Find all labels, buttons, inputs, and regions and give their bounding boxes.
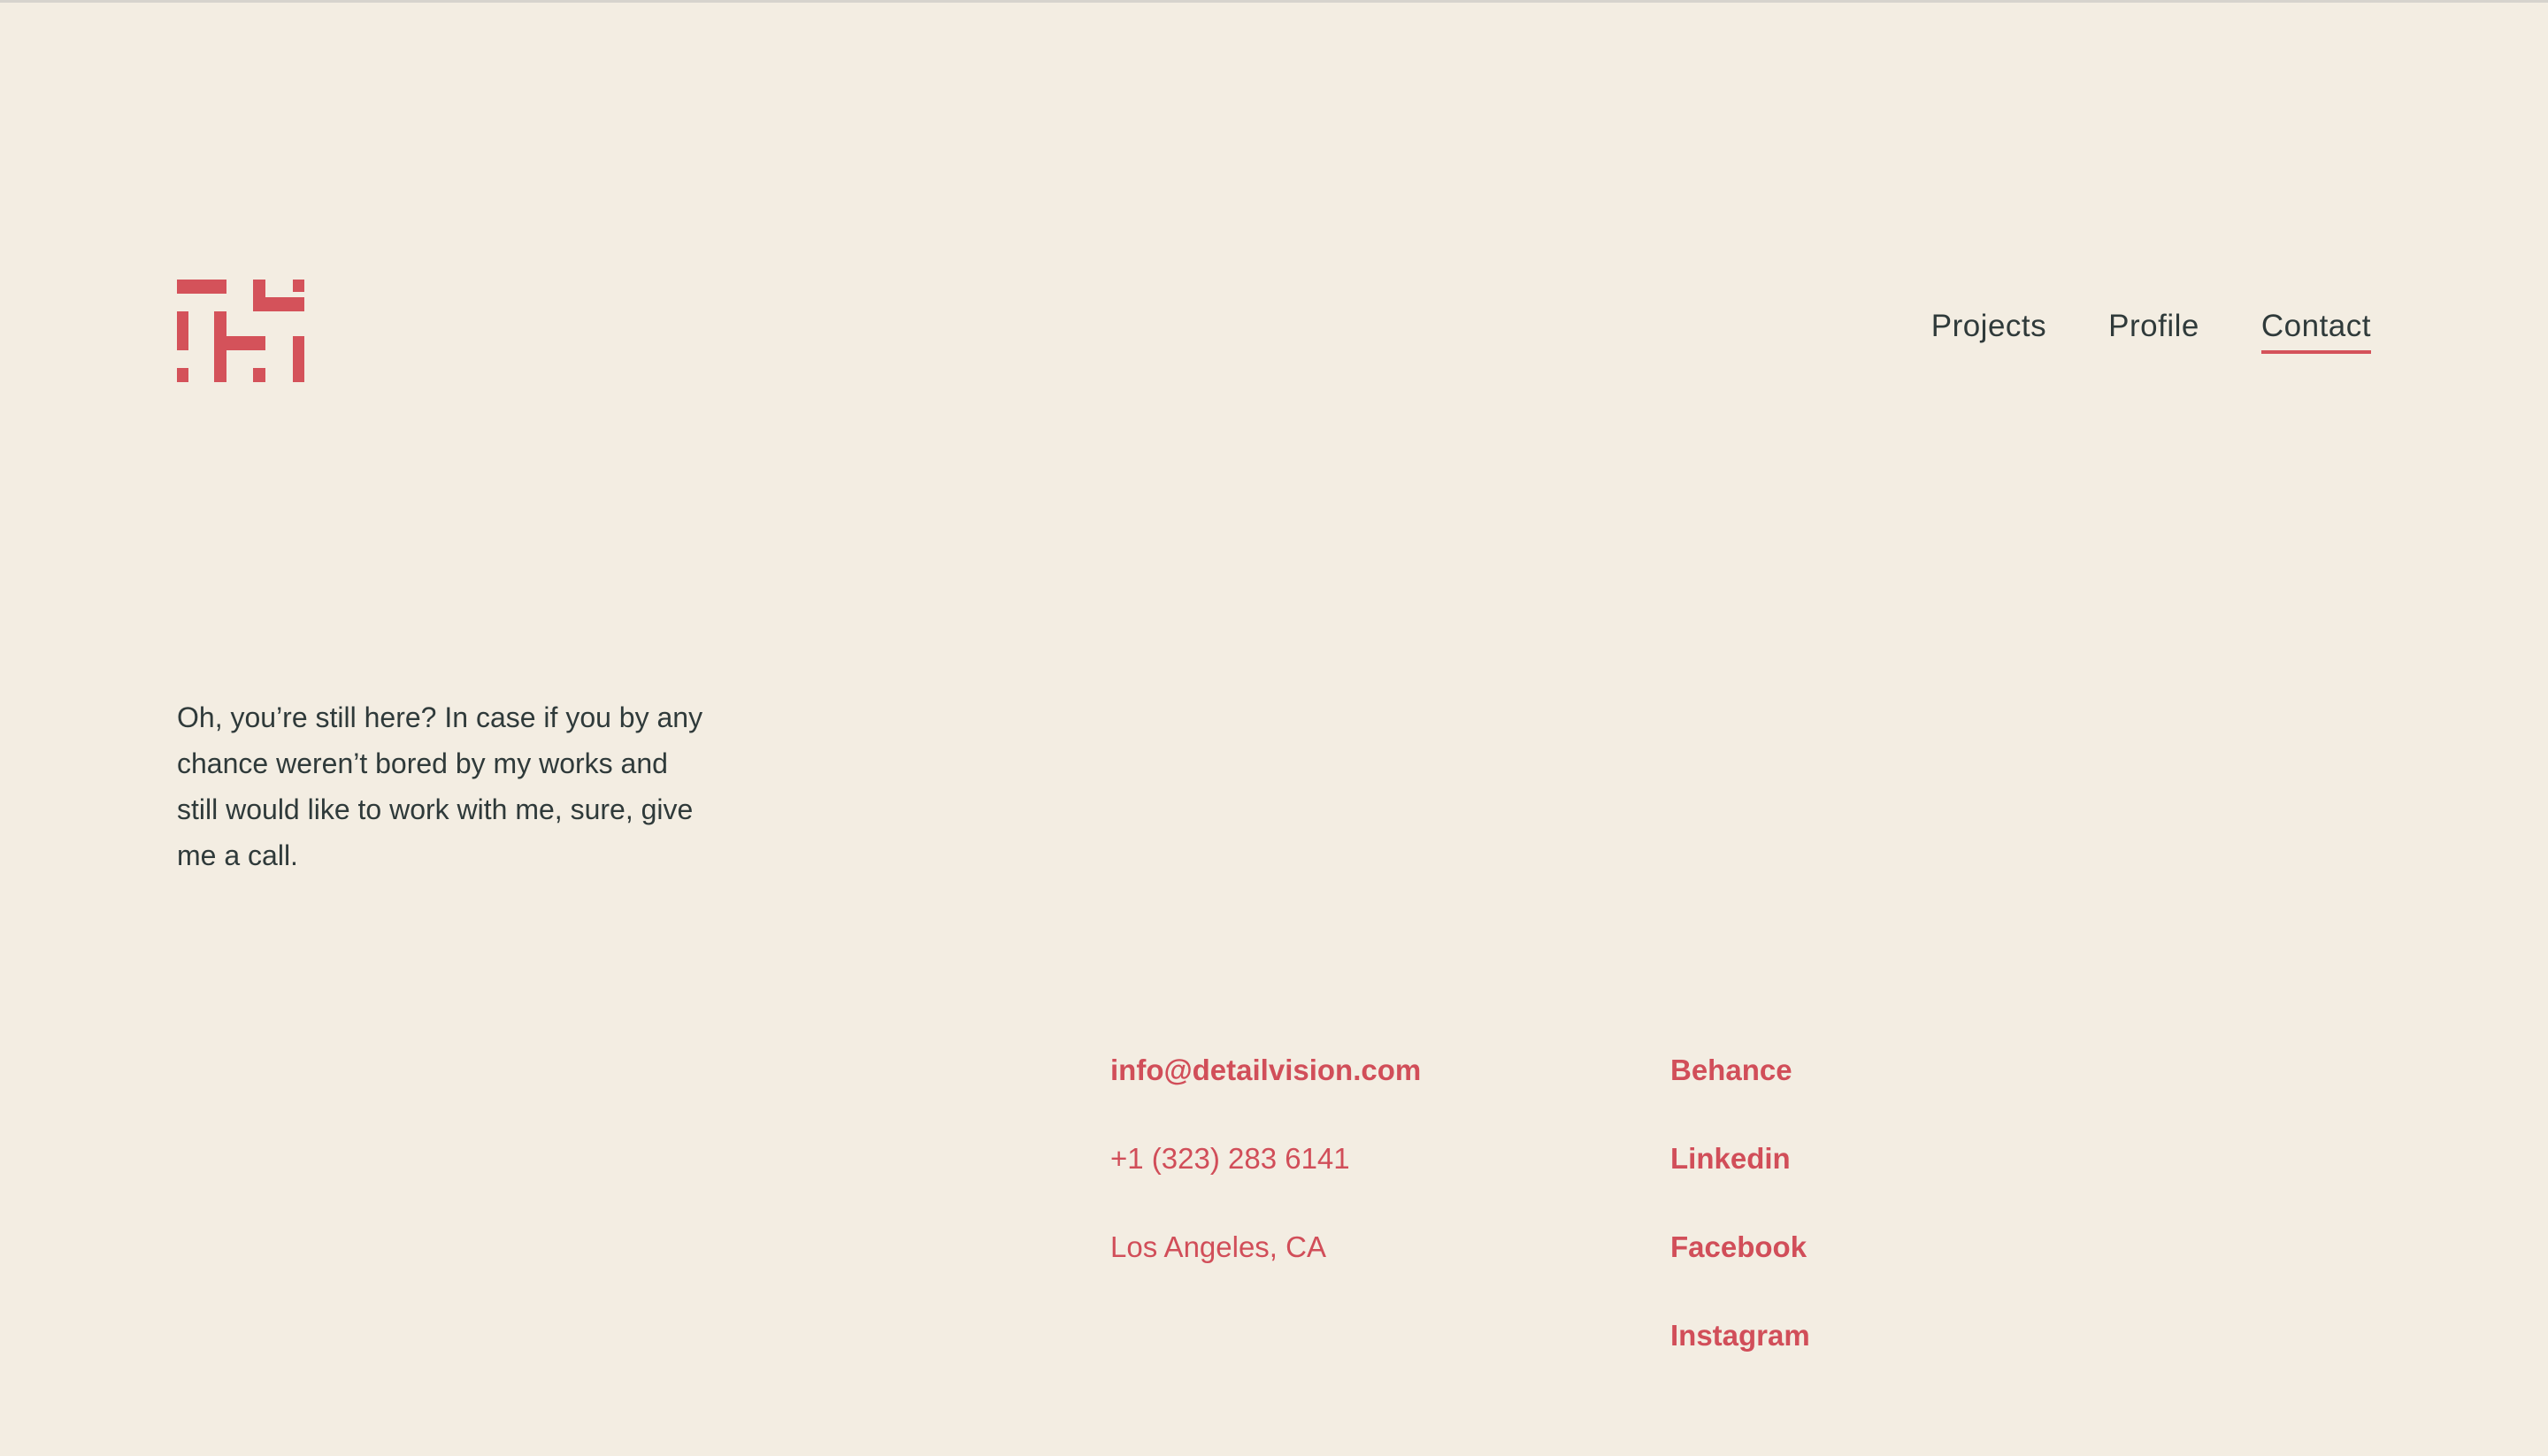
- location-text: Los Angeles, CA: [1110, 1230, 1326, 1263]
- main-nav: Projects Profile Contact: [1931, 309, 2371, 354]
- monogram-logo-icon: [177, 280, 304, 382]
- social-item: Linkedin: [1670, 1139, 1810, 1228]
- instagram-link[interactable]: Instagram: [1670, 1316, 1810, 1355]
- phone-link[interactable]: +1 (323) 283 6141: [1110, 1139, 1350, 1178]
- top-divider: [0, 0, 2548, 3]
- contact-details: info@detailvision.com +1 (323) 283 6141 …: [1110, 1051, 1421, 1316]
- linkedin-link[interactable]: Linkedin: [1670, 1139, 1791, 1178]
- social-links: Behance Linkedin Facebook Instagram: [1670, 1051, 1810, 1405]
- nav-projects[interactable]: Projects: [1931, 309, 2046, 350]
- facebook-link[interactable]: Facebook: [1670, 1228, 1807, 1267]
- social-item: Behance: [1670, 1051, 1810, 1139]
- intro-text: Oh, you’re still here? In case if you by…: [177, 701, 703, 871]
- contact-item-location: Los Angeles, CA: [1110, 1228, 1421, 1316]
- email-link[interactable]: info@detailvision.com: [1110, 1051, 1421, 1090]
- contact-item-email: info@detailvision.com: [1110, 1051, 1421, 1139]
- nav-profile[interactable]: Profile: [2108, 309, 2199, 350]
- social-item: Facebook: [1670, 1228, 1810, 1316]
- nav-contact[interactable]: Contact: [2260, 309, 2371, 354]
- social-item: Instagram: [1670, 1316, 1810, 1405]
- contact-item-phone: +1 (323) 283 6141: [1110, 1139, 1421, 1228]
- behance-link[interactable]: Behance: [1670, 1051, 1792, 1090]
